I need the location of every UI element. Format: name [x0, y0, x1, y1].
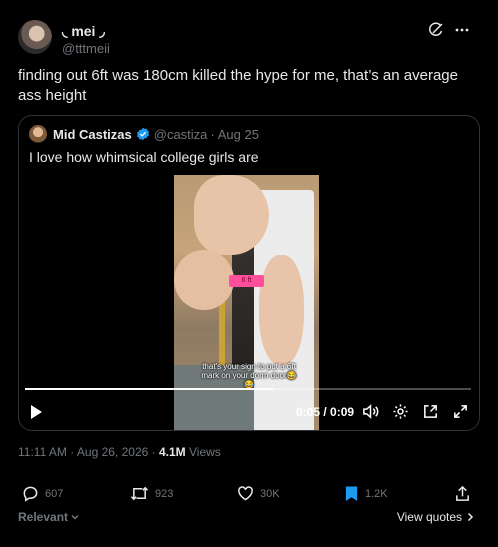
tweet-header: ◟ mei ◞ @tttmeii — [18, 20, 480, 56]
tweet-text: finding out 6ft was 180cm killed the hyp… — [18, 67, 458, 104]
quoted-date: Aug 25 — [217, 126, 259, 142]
views-count: 4.1M — [158, 445, 186, 459]
video-pink-tape: 6 ft — [229, 275, 264, 287]
tweet-meta: 11:11 AM · Aug 26, 2026 · 4.1M Views — [18, 445, 221, 459]
like-button[interactable]: 30K — [237, 485, 280, 502]
share-icon — [456, 485, 469, 501]
author-name[interactable]: ◟ mei ◞ — [62, 23, 105, 40]
tweet-timestamp[interactable]: 11:11 AM · Aug 26, 2026 · — [18, 445, 159, 459]
separator-dot: · — [210, 126, 215, 142]
heart-icon — [238, 486, 253, 501]
sort-dropdown[interactable]: Relevant — [18, 510, 80, 524]
fullscreen-icon[interactable] — [452, 403, 469, 420]
reply-count: 607 — [45, 487, 64, 500]
quoted-tweet[interactable]: Mid Castizas @castiza · Aug 25 I love ho… — [18, 115, 480, 431]
quoted-tweet-header: Mid Castizas @castiza · Aug 25 — [29, 125, 259, 143]
bookmark-button[interactable]: 1.2K — [344, 485, 388, 502]
views-label: Views — [185, 445, 221, 459]
grok-icon[interactable] — [428, 22, 444, 38]
bookmark-icon — [345, 486, 358, 501]
video-hand — [194, 175, 269, 255]
tweet-actions: 607 923 30K 1.2K — [22, 485, 474, 503]
verified-badge-icon — [136, 127, 150, 141]
name-decoration-left: ◟ — [62, 23, 68, 39]
bookmark-count: 1.2K — [365, 487, 388, 500]
volume-icon[interactable] — [362, 403, 379, 420]
view-quotes-link[interactable]: View quotes — [397, 510, 474, 524]
video-hand — [174, 250, 234, 310]
author-avatar[interactable] — [18, 20, 52, 54]
reply-button[interactable]: 607 — [22, 485, 63, 502]
play-icon[interactable] — [29, 404, 43, 425]
video-hand — [259, 255, 304, 365]
video-frame[interactable]: 6 ft that's your sign to put a 6ft mark … — [174, 175, 319, 430]
video-duration: 0:09 — [330, 405, 355, 419]
quoted-author-avatar — [29, 125, 47, 143]
video-progress-bar[interactable] — [25, 388, 471, 390]
repost-count: 923 — [155, 487, 174, 500]
author-handle[interactable]: @tttmeii — [62, 41, 110, 56]
view-quotes-label: View quotes — [396, 510, 462, 524]
video-caption: that's your sign to put a 6ft mark on yo… — [201, 362, 297, 389]
video-time: 0:05 / 0:09 — [296, 405, 355, 419]
chevron-right-icon — [467, 512, 474, 522]
repost-icon — [130, 486, 149, 501]
picture-in-picture-icon[interactable] — [422, 403, 439, 420]
name-decoration-right: ◞ — [99, 23, 105, 39]
video-progress-fill — [25, 388, 273, 390]
more-options-icon[interactable] — [454, 22, 470, 38]
quoted-tweet-text: I love how whimsical college girls are — [29, 149, 259, 165]
chevron-down-icon — [71, 514, 79, 520]
author-name-text: mei — [71, 23, 96, 39]
video-controls: 0:05 / 0:09 — [29, 403, 469, 423]
settings-gear-icon[interactable] — [392, 403, 409, 420]
video-current-time: 0:05 — [296, 405, 321, 419]
repost-button[interactable]: 923 — [130, 485, 173, 502]
like-count: 30K — [260, 487, 280, 500]
share-button[interactable] — [454, 485, 471, 502]
sort-label: Relevant — [18, 510, 69, 524]
quoted-author-name: Mid Castizas — [53, 126, 132, 142]
quoted-author-handle: @castiza — [153, 126, 208, 142]
reply-icon — [23, 486, 38, 502]
replies-footer: Relevant View quotes — [18, 510, 474, 526]
